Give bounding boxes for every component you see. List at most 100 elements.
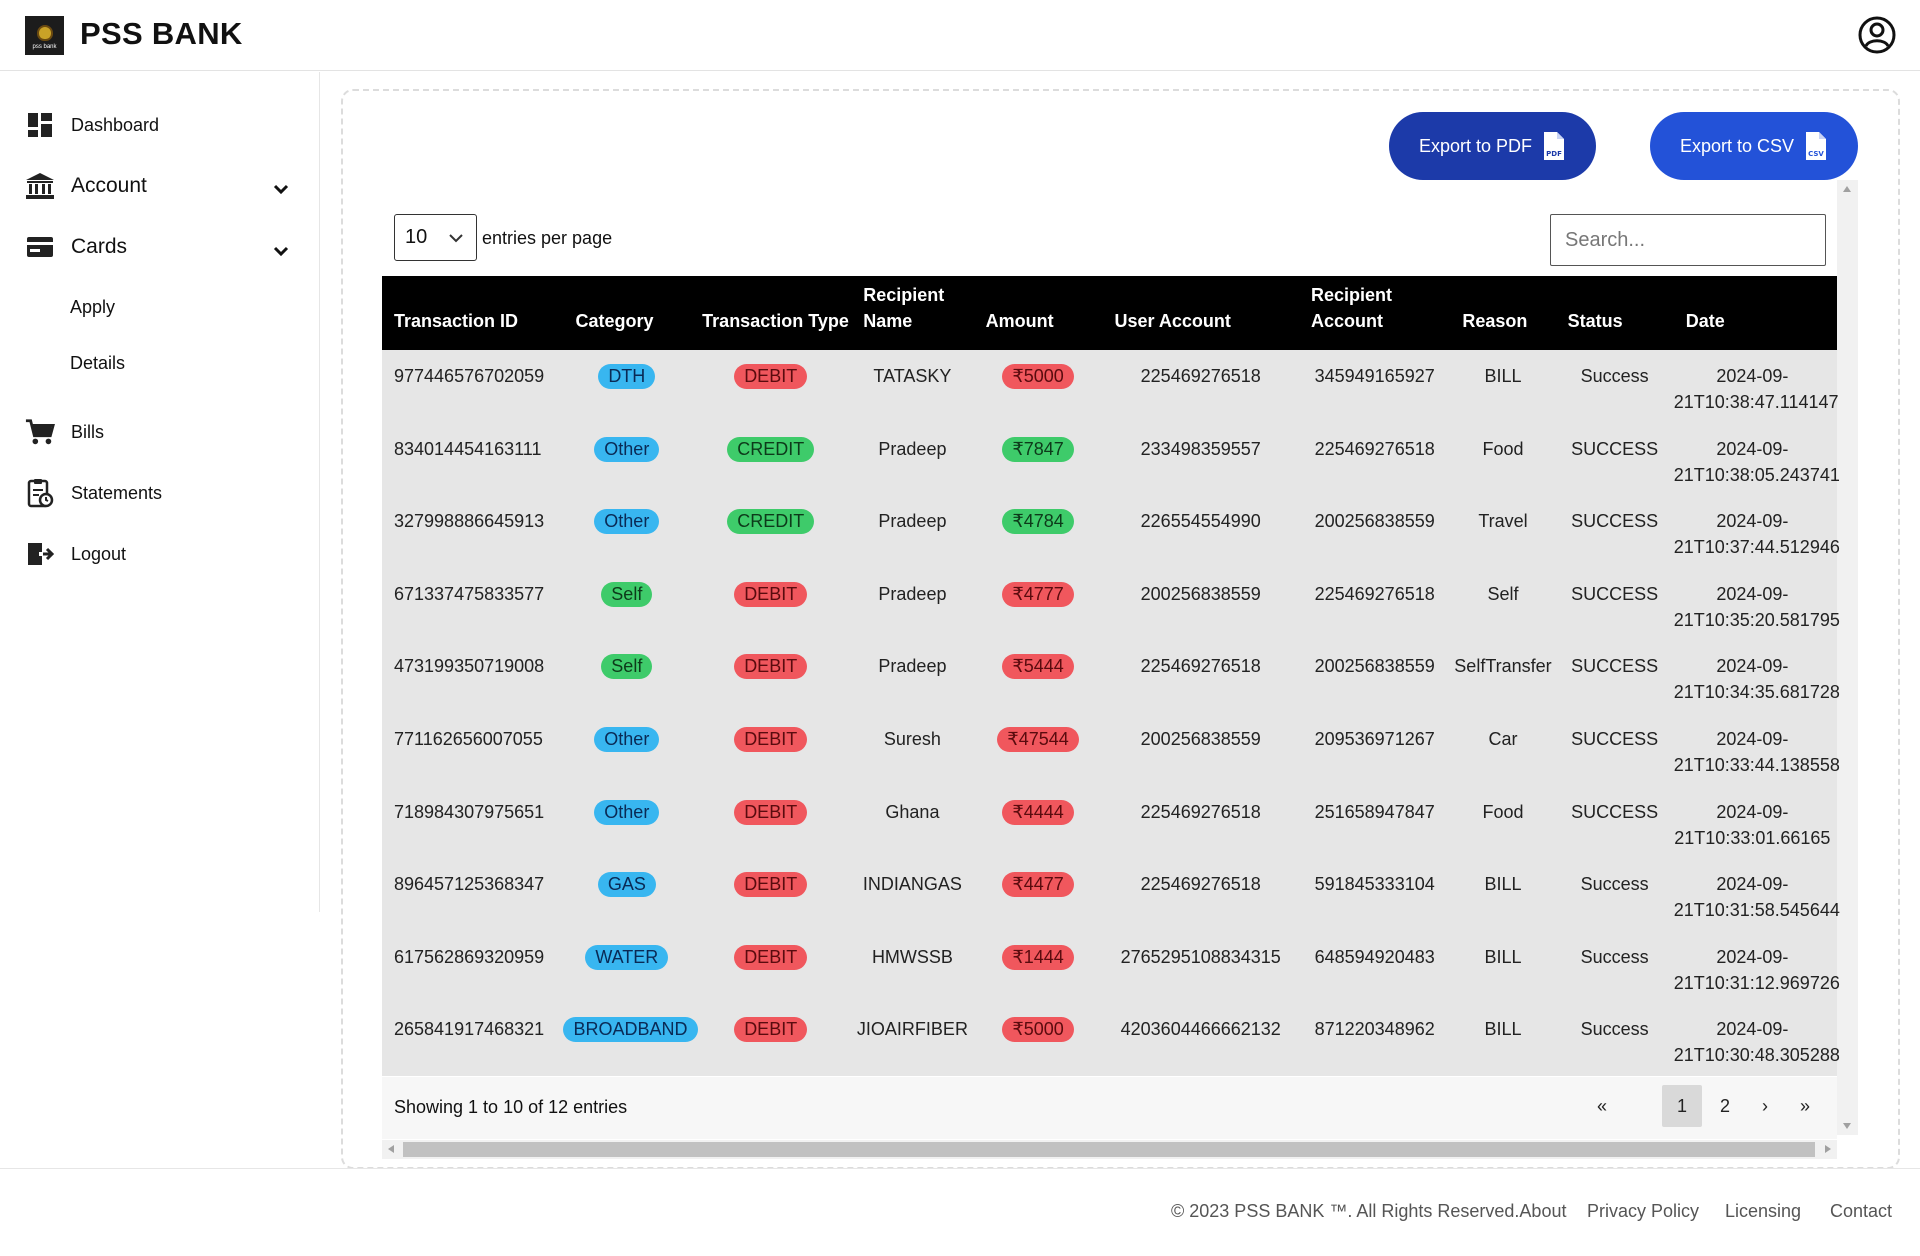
category-cell: Self <box>563 640 690 713</box>
transaction-type-badge: CREDIT <box>727 436 815 462</box>
date-line-2: 21T10:35:20.581795 <box>1673 609 1840 630</box>
category-badge: DTH <box>598 364 656 389</box>
table-row[interactable]: 977446576702059 DTH DEBIT TATASKY ₹5000 22546… <box>382 350 1839 423</box>
table-row[interactable]: 834014454163111 Other CREDIT Pradeep ₹7847 23… <box>382 423 1840 496</box>
date-line-2: 21T10:33:44.138558 <box>1673 754 1840 775</box>
footer-link-licensing[interactable]: Licensing <box>1725 1201 1801 1222</box>
category-cell: WATER <box>563 931 690 1004</box>
export-pdf-button[interactable]: Export to PDF PDF <box>1389 112 1596 180</box>
column-header[interactable]: Reason <box>1450 276 1555 350</box>
footer-link-privacy[interactable]: Privacy Policy <box>1587 1201 1699 1222</box>
transaction-id: 834014454163111 <box>394 438 542 459</box>
reason: BILL <box>1484 366 1522 386</box>
amount-badge: ₹4444 <box>1002 799 1074 825</box>
user-profile-icon[interactable] <box>1858 16 1896 54</box>
status: SUCCESS <box>1571 801 1659 822</box>
table-row[interactable]: 473199350719008 Self DEBIT Pradeep ₹5444 2254… <box>382 640 1840 713</box>
table-row[interactable]: 771162656007055 Other DEBIT Suresh ₹47544 200… <box>382 713 1840 786</box>
column-header[interactable]: Amount <box>974 276 1103 350</box>
pagination-page-2[interactable]: 2 <box>1708 1085 1742 1127</box>
export-csv-label: Export to CSV <box>1679 135 1795 156</box>
date-cell: 2024-09- 21T10:38:47.114147 <box>1674 350 1839 423</box>
transaction-type-badge: DEBIT <box>734 654 808 680</box>
column-header[interactable]: User Account <box>1102 276 1299 350</box>
recipient-account: 591845333104 <box>1314 874 1435 895</box>
scroll-up-icon[interactable] <box>1843 186 1851 192</box>
column-header[interactable]: Recipient Account <box>1299 276 1450 350</box>
logo-text: pss bank <box>32 43 57 50</box>
status: SUCCESS <box>1571 511 1659 532</box>
scroll-left-icon[interactable] <box>388 1145 394 1153</box>
date-line-1: 2024-09- <box>1716 366 1789 386</box>
entries-per-page-select[interactable]: 10 <box>394 214 477 261</box>
amount-cell: ₹7847 <box>974 423 1103 496</box>
vertical-scrollbar[interactable] <box>1837 180 1858 1135</box>
search-input[interactable] <box>1550 214 1826 266</box>
amount-badge: ₹5000 <box>1002 1017 1074 1043</box>
horizontal-scrollbar[interactable] <box>382 1140 1837 1159</box>
recipient-account: 209536971267 <box>1314 728 1435 749</box>
date-line-1: 2024-09- <box>1716 946 1789 967</box>
footer-link-contact[interactable]: Contact <box>1830 1201 1892 1222</box>
chevron-down-icon[interactable] <box>272 180 290 198</box>
date-cell: 2024-09- 21T10:37:44.512946 <box>1674 495 1840 568</box>
sidebar-item-cards[interactable]: Cards <box>25 232 127 262</box>
type-cell: CREDIT <box>690 495 851 568</box>
column-header[interactable]: Date <box>1674 276 1837 350</box>
table-row[interactable]: 327998886645913 Other CREDIT Pradeep ₹4784 22… <box>382 495 1840 568</box>
scroll-down-icon[interactable] <box>1843 1123 1851 1129</box>
scroll-right-icon[interactable] <box>1825 1145 1831 1153</box>
pagination-next[interactable]: › <box>1748 1085 1782 1127</box>
category-cell: Other <box>563 713 690 786</box>
recipient-account: 345949165927 <box>1314 366 1435 386</box>
pagination-page-1[interactable]: 1 <box>1662 1085 1702 1127</box>
sidebar-item-account[interactable]: Account <box>25 171 147 201</box>
recipient-name: Pradeep <box>878 583 947 604</box>
column-header[interactable]: Recipient Name <box>851 276 973 350</box>
amount-cell: ₹4784 <box>974 495 1103 568</box>
column-header[interactable]: Status <box>1556 276 1674 350</box>
transaction-id: 473199350719008 <box>394 656 545 677</box>
brand-name[interactable]: PSS BANK <box>80 16 243 52</box>
sidebar-item-dashboard[interactable]: Dashboard <box>25 110 159 140</box>
table-row[interactable]: 265841917468321 BROADBAND DEBIT JIOAIRFIBER… <box>382 1003 1840 1076</box>
column-header[interactable]: Transaction Type <box>690 276 851 350</box>
type-cell: DEBIT <box>690 1003 851 1076</box>
sidebar-item-statements[interactable]: Statements <box>25 478 162 508</box>
csv-file-icon: CSV <box>1806 132 1827 160</box>
user-account: 4203604466662132 <box>1120 1019 1281 1040</box>
export-csv-button[interactable]: Export to CSV CSV <box>1650 112 1858 180</box>
status: Success <box>1580 1019 1649 1040</box>
reason: BILL <box>1484 1019 1522 1040</box>
transaction-id: 617562869320959 <box>394 946 545 967</box>
recipient-account: 871220348962 <box>1314 1019 1435 1040</box>
pagination-first[interactable]: « <box>1585 1085 1619 1127</box>
table-row[interactable]: 671337475833577 Self DEBIT Pradeep ₹4777 2002… <box>382 568 1840 641</box>
column-header[interactable]: Category <box>563 276 690 350</box>
table-row[interactable]: 718984307975651 Other DEBIT Ghana ₹4444 22546… <box>382 786 1837 859</box>
chevron-down-icon[interactable] <box>272 242 290 260</box>
crest-icon <box>36 24 53 41</box>
bank-logo[interactable]: pss bank <box>25 16 64 55</box>
column-header[interactable]: Transaction ID <box>382 276 563 350</box>
transaction-id: 671337475833577 <box>394 583 545 604</box>
transaction-id: 718984307975651 <box>394 801 545 822</box>
status: Success <box>1580 874 1649 895</box>
table-row[interactable]: 617562869320959 WATER DEBIT HMWSSB ₹1444 2765… <box>382 931 1840 1004</box>
amount-badge: ₹5444 <box>1002 654 1074 680</box>
footer-link-about[interactable]: About <box>1519 1201 1566 1221</box>
dashboard-icon <box>25 110 55 140</box>
date-line-1: 2024-09- <box>1716 583 1789 604</box>
user-account: 200256838559 <box>1140 583 1261 604</box>
sidebar-item-bills[interactable]: Bills <box>25 417 104 447</box>
sidebar-subitem-details[interactable]: Details <box>70 353 125 374</box>
table-row[interactable]: 896457125368347 GAS DEBIT INDIANGAS ₹4477 225… <box>382 858 1840 931</box>
transaction-type-badge: DEBIT <box>734 581 808 607</box>
scrollbar-thumb[interactable] <box>403 1142 1815 1157</box>
sidebar-subitem-apply[interactable]: Apply <box>70 297 115 318</box>
pagination-last[interactable]: » <box>1788 1085 1822 1127</box>
sidebar-item-logout[interactable]: Logout <box>25 539 126 569</box>
date-line-2: 21T10:38:05.243741 <box>1673 464 1840 485</box>
recipient-name: JIOAIRFIBER <box>856 1019 968 1040</box>
user-account: 233498359557 <box>1140 438 1261 459</box>
